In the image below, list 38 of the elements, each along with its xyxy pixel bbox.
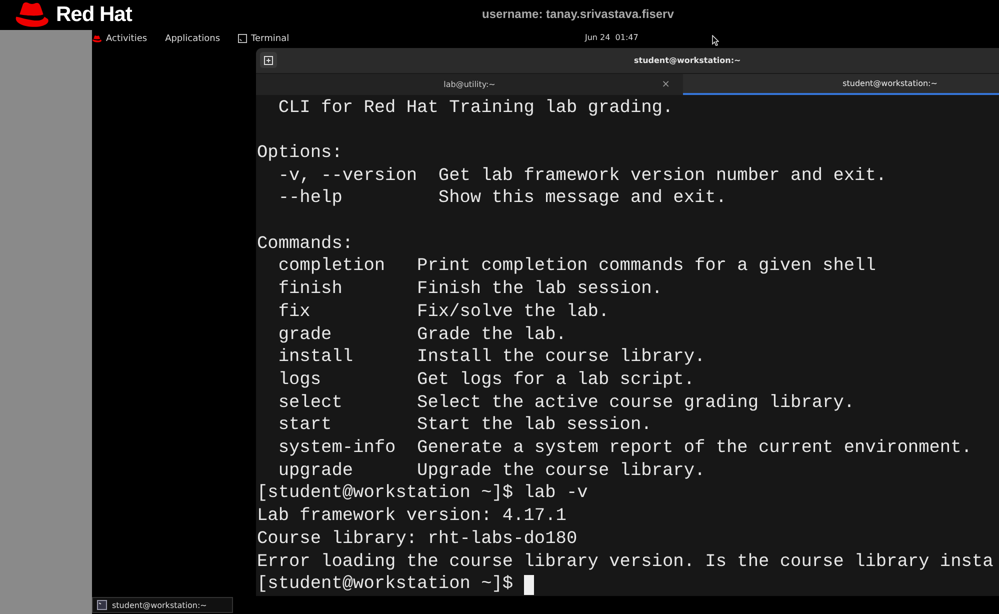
applications-menu-button[interactable]: Applications bbox=[165, 34, 220, 44]
terminal-line: CLI for Red Hat Training lab grading. bbox=[277, 96, 674, 120]
brand-name: Red Hat bbox=[56, 3, 132, 27]
terminal-line: upgrade Upgrade the course library. bbox=[277, 460, 706, 482]
new-tab-button[interactable] bbox=[260, 52, 277, 68]
terminal-tab[interactable]: lab@utility:~ × bbox=[256, 74, 683, 95]
hat-logo-icon bbox=[13, 2, 51, 28]
close-tab-button[interactable]: × bbox=[662, 78, 670, 90]
terminal-line: [student@workstation ~]$ lab -v bbox=[257, 482, 589, 506]
app-menu-button[interactable]: Terminal bbox=[251, 34, 290, 44]
terminal-prompt: [student@workstation ~]$ bbox=[257, 573, 514, 596]
activities-button[interactable]: Activities bbox=[106, 34, 148, 44]
taskbar-item[interactable]: student@workstation:~ bbox=[92, 597, 233, 613]
terminal-line: logs Get logs for a lab script. bbox=[277, 368, 696, 392]
new-tab-icon bbox=[264, 56, 273, 65]
clock[interactable]: Jun 24 01:47 bbox=[585, 33, 638, 42]
terminal-tab[interactable]: student@workstation:~ bbox=[683, 74, 999, 95]
terminal-line: grade Grade the lab. bbox=[277, 324, 568, 346]
terminal-icon bbox=[97, 600, 107, 610]
username-label: username: tanay.srivastava.fiserv bbox=[482, 7, 674, 21]
terminal-line: Options: bbox=[257, 142, 344, 165]
terminal-line: system-info Generate a system report of the current environment. bbox=[277, 437, 973, 460]
terminal-line: start Start the lab session. bbox=[277, 414, 653, 438]
terminal-line: Course library: rht-labs-do180 bbox=[257, 528, 578, 551]
terminal-line: Error loading the course library version. Is the course library insta bbox=[257, 550, 994, 574]
terminal-icon bbox=[238, 34, 248, 43]
hat-icon bbox=[92, 34, 102, 42]
window-title: student@workstation:~ bbox=[634, 56, 741, 65]
terminal-line: fix Fix/solve the lab. bbox=[277, 300, 610, 324]
terminal-line: --help Show this message and exit. bbox=[277, 187, 728, 210]
terminal-line: finish Finish the lab session. bbox=[277, 278, 664, 301]
terminal-line: completion Print completion commands for a given shell bbox=[277, 255, 877, 278]
terminal-line: Lab framework version: 4.17.1 bbox=[257, 505, 568, 528]
terminal-line: select Select the active course grading library. bbox=[277, 392, 856, 414]
terminal-line: install Install the course library. bbox=[277, 346, 706, 369]
terminal-line: Commands: bbox=[257, 232, 354, 256]
terminal-line: -v, --version Get lab framework version number and exit. bbox=[277, 164, 888, 188]
mouse-pointer-icon bbox=[712, 35, 719, 46]
